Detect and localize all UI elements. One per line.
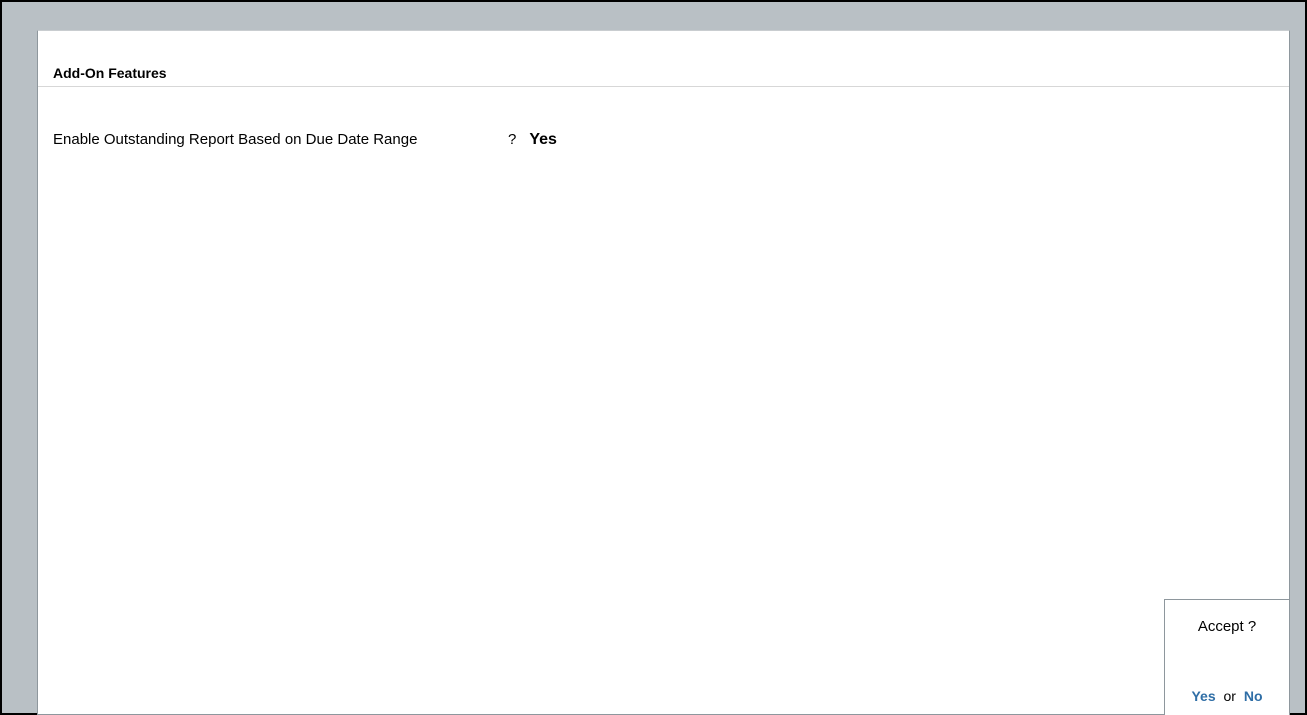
accept-no-button[interactable]: No (1244, 688, 1263, 704)
feature-label: Enable Outstanding Report Based on Due D… (53, 131, 418, 148)
application-frame: Add-On Features Enable Outstanding Repor… (0, 0, 1307, 715)
outstanding-report-feature-row[interactable]: Enable Outstanding Report Based on Due D… (53, 131, 557, 149)
page-title: Add-On Features (53, 65, 167, 81)
accept-question: Accept ? (1197, 618, 1257, 635)
add-on-features-panel: Add-On Features Enable Outstanding Repor… (37, 30, 1290, 715)
accept-or-text: or (1223, 688, 1236, 704)
accept-dialog: Accept ? Yes or No (1164, 599, 1290, 715)
feature-question-mark: ? (508, 131, 517, 148)
panel-header: Add-On Features (38, 31, 1289, 87)
accept-yes-button[interactable]: Yes (1191, 688, 1215, 704)
feature-value-yes[interactable]: Yes (529, 131, 557, 149)
accept-options: Yes or No (1165, 688, 1289, 705)
